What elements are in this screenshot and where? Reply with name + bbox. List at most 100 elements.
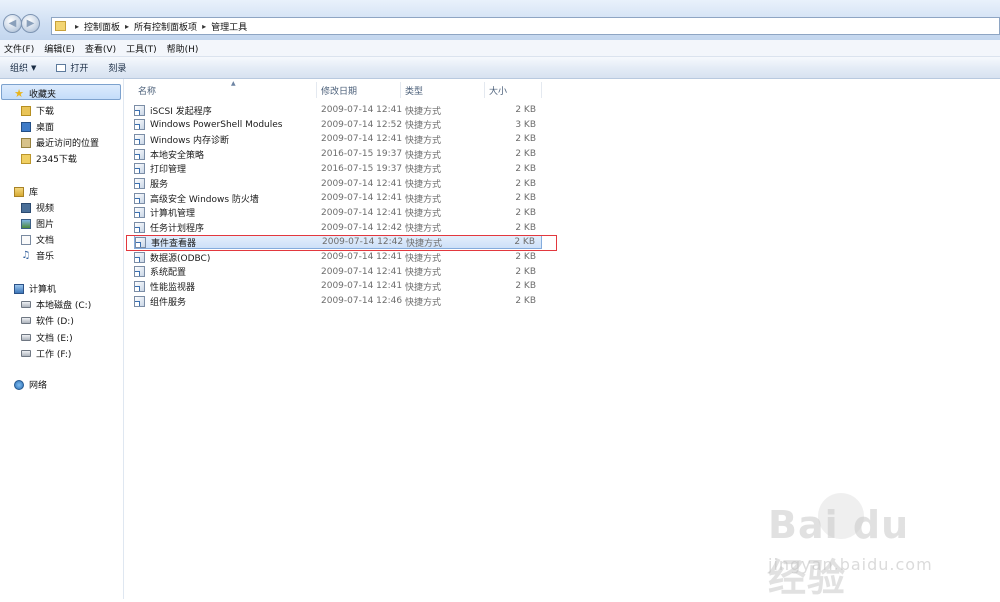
file-row[interactable]: 高级安全 Windows 防火墙 2009-07-14 12:41 快捷方式 2 KB [134,191,542,205]
nav-item-drive-d[interactable]: 软件 (D:) [21,314,74,327]
address-bar-area: ◀ ▶ ▸ 控制面板 ▸ 所有控制面板项 ▸ 管理工具 [0,0,1000,41]
file-date: 2009-07-14 12:41 [321,193,403,204]
organize-label: 组织 [10,64,29,74]
menu-view[interactable]: 查看(V) [85,42,116,55]
column-header-name[interactable]: 名称 ▲ [134,80,317,98]
downloads-folder-icon [21,105,31,116]
drive-icon [21,350,31,357]
organize-button[interactable]: 组织 ▼ [10,61,37,75]
nav-item-pictures[interactable]: 图片 [21,217,54,230]
file-row[interactable]: Windows 内存诊断 2009-07-14 12:41 快捷方式 2 KB [134,132,542,146]
nav-item-recent[interactable]: 最近访问的位置 [21,136,99,149]
nav-item-documents[interactable]: 文档 [21,233,54,246]
nav-item-desktop[interactable]: 桌面 [21,120,54,133]
sort-arrow-icon: ▲ [231,80,236,87]
baidu-jingyan-watermark: Bai du 经验 jingyan.baidu.com [758,493,958,600]
nav-network[interactable]: 网络 [14,378,47,391]
back-button[interactable]: ◀ [3,14,22,33]
column-header-date[interactable]: 修改日期 [317,82,401,98]
file-name: 本地安全策略 [150,150,205,161]
nav-item-drive-f[interactable]: 工作 (F:) [21,347,71,360]
menu-file[interactable]: 文件(F) [4,42,34,55]
file-type: 快捷方式 [405,150,442,161]
shortcut-icon [134,133,145,145]
document-icon [21,234,31,245]
file-name: 任务计划程序 [150,224,205,235]
file-size: 2 KB [515,163,536,174]
nav-item-drive-c[interactable]: 本地磁盘 (C:) [21,298,91,311]
menu-edit[interactable]: 编辑(E) [44,42,75,55]
file-row[interactable]: 打印管理 2016-07-15 19:37 快捷方式 2 KB [134,162,542,176]
nav-libraries[interactable]: 库 [14,185,38,198]
open-icon [56,63,67,72]
file-size: 2 KB [515,266,536,277]
nav-favorites[interactable]: ★ 收藏夹 [14,86,56,101]
column-header-size[interactable]: 大小 [485,82,542,98]
nav-item-music[interactable]: ♫ 音乐 [21,249,55,262]
network-icon [14,379,24,390]
breadcrumb-all-items[interactable]: 所有控制面板项 [134,20,197,33]
file-row[interactable]: 计算机管理 2009-07-14 12:41 快捷方式 2 KB [134,206,542,220]
file-date: 2009-07-14 12:41 [321,281,403,292]
file-size: 2 KB [515,193,536,204]
shortcut-icon [134,192,145,204]
file-size: 2 KB [515,252,536,262]
file-name-cell: 数据源(ODBC) [134,251,314,264]
control-panel-icon [55,21,66,31]
forward-button[interactable]: ▶ [21,14,40,33]
file-name-cell: Windows PowerShell Modules [134,119,314,131]
nav-item-videos[interactable]: 视频 [21,201,54,214]
file-date: 2009-07-14 12:46 [321,296,403,307]
file-name: 数据源(ODBC) [150,253,211,264]
address-field[interactable]: ▸ 控制面板 ▸ 所有控制面板项 ▸ 管理工具 [51,17,1000,35]
file-size: 2 KB [515,296,536,307]
shortcut-icon [134,251,145,263]
file-row[interactable]: 系统配置 2009-07-14 12:41 快捷方式 2 KB [134,265,542,279]
file-type: 快捷方式 [405,194,442,205]
menu-help[interactable]: 帮助(H) [167,42,199,55]
breadcrumb-chevron-icon[interactable]: ▸ [75,22,79,31]
breadcrumb-chevron-icon[interactable]: ▸ [125,22,129,31]
open-label: 打开 [70,64,89,74]
navigation-pane: ★ 收藏夹 下载 桌面 最近访问的位置 2345下载 库 视频 图片 文档 ♫ … [0,79,124,599]
drive-icon [21,317,31,324]
column-header-type[interactable]: 类型 [401,82,485,98]
file-row[interactable]: iSCSI 发起程序 2009-07-14 12:41 快捷方式 2 KB [134,103,542,117]
menu-tools[interactable]: 工具(T) [126,42,157,55]
file-size: 2 KB [515,134,536,145]
file-size: 2 KB [515,281,536,292]
nav-computer[interactable]: 计算机 [14,282,56,295]
file-row[interactable]: 数据源(ODBC) 2009-07-14 12:41 快捷方式 2 KB [134,250,542,264]
file-type: 快捷方式 [405,106,442,117]
file-size: 2 KB [515,222,536,233]
open-button[interactable]: 打开 [56,61,88,74]
shortcut-icon [134,207,145,219]
nav-item-drive-e[interactable]: 文档 (E:) [21,331,73,344]
nav-label: 网络 [29,381,48,391]
file-row[interactable]: Windows PowerShell Modules 2009-07-14 12:… [134,118,542,132]
burn-button[interactable]: 刻录 [108,61,126,74]
nav-item-2345[interactable]: 2345下载 [21,152,77,165]
nav-label: 工作 (F:) [36,350,72,360]
shortcut-icon [134,295,145,307]
file-date: 2016-07-15 19:37 [321,163,403,174]
breadcrumb-control-panel[interactable]: 控制面板 [84,20,120,33]
file-row[interactable]: 服务 2009-07-14 12:41 快捷方式 2 KB [134,177,542,191]
file-name: Windows PowerShell Modules [150,119,283,130]
file-row[interactable]: 任务计划程序 2009-07-14 12:42 快捷方式 2 KB [134,221,542,235]
nav-item-downloads[interactable]: 下载 [21,104,54,117]
nav-label: 最近访问的位置 [36,139,100,149]
dropdown-arrow-icon: ▼ [31,63,37,72]
menu-bar: 文件(F) 编辑(E) 查看(V) 工具(T) 帮助(H) [0,40,1000,57]
file-name: 服务 [150,180,169,190]
file-row[interactable]: 组件服务 2009-07-14 12:46 快捷方式 2 KB [134,294,542,308]
file-name-cell: 打印管理 [134,162,314,175]
file-type: 快捷方式 [405,224,442,235]
file-row[interactable]: 性能监视器 2009-07-14 12:41 快捷方式 2 KB [134,279,542,293]
star-icon: ★ [14,86,24,100]
file-row[interactable]: 本地安全策略 2016-07-15 19:37 快捷方式 2 KB [134,147,542,161]
watermark-brand: Bai du 经验 [768,503,910,600]
file-name-cell: 组件服务 [134,295,314,308]
breadcrumb-admin-tools[interactable]: 管理工具 [211,20,247,33]
breadcrumb-chevron-icon[interactable]: ▸ [202,22,206,31]
